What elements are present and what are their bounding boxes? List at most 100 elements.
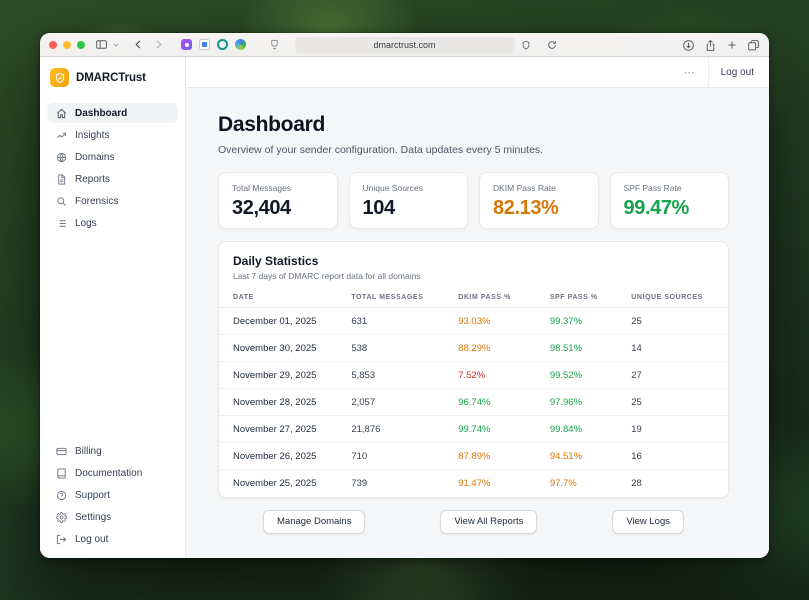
view-logs-button[interactable]: View Logs <box>612 509 684 534</box>
brand-shield-icon <box>50 68 69 87</box>
credit-card-icon <box>56 446 67 457</box>
column-header: Date <box>219 289 352 308</box>
logout-button[interactable]: Log out <box>721 67 754 78</box>
panel-header: Daily Statistics Last 7 days of DMARC re… <box>219 242 728 289</box>
cell-spf: 99.84% <box>549 415 632 443</box>
sidebar-item-billing[interactable]: Billing <box>47 441 178 461</box>
cell-total: 538 <box>351 334 459 362</box>
page-subtitle: Overview of your sender configuration. D… <box>218 144 544 156</box>
gear-icon <box>56 511 67 523</box>
sidebar-item-label: Support <box>75 489 111 501</box>
sidebar-nav: Dashboard Insights Domains Reports Foren… <box>47 103 178 233</box>
cell-spf: 97.96% <box>549 388 632 416</box>
downloads-icon[interactable] <box>682 39 695 52</box>
address-bar-side-icons <box>521 33 557 57</box>
url-text: dmarctrust.com <box>373 40 436 50</box>
sidebar-item-reports[interactable]: Reports <box>47 169 178 189</box>
cell-date: November 27, 2025 <box>219 415 352 443</box>
stat-label: Total Messages <box>232 183 292 193</box>
stat-value: 104 <box>362 197 396 219</box>
cell-dkim: 99.74% <box>458 415 550 443</box>
table-row: November 29, 2025 5,853 7.52% 99.52% 27 <box>219 361 728 389</box>
table-row: November 25, 2025 739 91.47% 97.7% 28 <box>219 470 728 497</box>
stat-label: DKIM Pass Rate <box>493 183 556 193</box>
page-title: Dashboard <box>218 113 325 136</box>
tab-overview-icon[interactable] <box>747 39 760 52</box>
table-row: December 01, 2025 631 93.03% 99.37% 25 <box>219 307 728 335</box>
cell-dkim: 96.74% <box>458 388 550 416</box>
extension-icon-5[interactable] <box>269 39 280 50</box>
sidebar-item-domains[interactable]: Domains <box>47 147 178 167</box>
manage-domains-button[interactable]: Manage Domains <box>263 509 366 534</box>
trending-up-icon <box>56 130 67 141</box>
sidebar-item-label: Insights <box>75 129 110 141</box>
actions-row: Manage Domains View All Reports View Log… <box>218 509 729 534</box>
app-logo: DMARCTrust <box>47 66 178 89</box>
extension-icon-2[interactable] <box>199 39 210 50</box>
cell-date: November 26, 2025 <box>219 442 352 470</box>
cell-spf: 99.37% <box>549 307 632 335</box>
column-header: SPF Pass % <box>549 289 632 308</box>
address-bar[interactable]: dmarctrust.com <box>294 36 515 54</box>
sidebar-item-label: Reports <box>75 173 111 185</box>
extension-icon-3[interactable] <box>217 39 228 50</box>
table-row: November 27, 2025 21,876 99.74% 99.84% 1… <box>219 415 728 443</box>
cell-date: December 01, 2025 <box>219 307 352 335</box>
cell-sources: 14 <box>631 334 728 362</box>
forward-icon[interactable] <box>153 39 164 50</box>
cell-date: November 28, 2025 <box>219 388 352 416</box>
extension-icon-1[interactable] <box>181 39 192 50</box>
table-header-row: Date Total Messages DKIM Pass % SPF Pass… <box>219 289 728 308</box>
cell-spf: 99.52% <box>549 361 632 389</box>
cell-total: 5,853 <box>351 361 459 389</box>
app-sidebar: DMARCTrust Dashboard Insights Domains Re… <box>40 57 186 557</box>
reload-icon[interactable] <box>547 40 557 50</box>
traffic-lights <box>49 40 85 49</box>
sidebar-item-logout[interactable]: Log out <box>47 529 178 549</box>
stat-value: 82.13% <box>493 197 559 219</box>
cell-date: November 29, 2025 <box>219 361 352 389</box>
stat-card-dkim-pass-rate: DKIM Pass Rate 82.13% <box>479 172 599 229</box>
sidebar-toggle-icon[interactable] <box>95 38 108 51</box>
sidebar-footer-nav: Billing Documentation Support Settings L… <box>47 441 178 549</box>
extension-icon-4[interactable] <box>235 39 246 50</box>
cell-dkim: 88.29% <box>458 334 550 362</box>
sidebar-item-insights[interactable]: Insights <box>47 125 178 145</box>
cell-total: 739 <box>351 477 368 489</box>
new-tab-icon[interactable] <box>726 39 738 51</box>
sidebar-item-forensics[interactable]: Forensics <box>47 191 178 211</box>
browser-window: dmarctrust.com DMARCTrust Dashboard Insi… <box>40 33 769 558</box>
extensions-group <box>181 39 280 50</box>
cell-sources: 27 <box>631 361 728 389</box>
panel-subtitle: Last 7 days of DMARC report data for all… <box>233 271 421 281</box>
minimize-button[interactable] <box>63 40 71 49</box>
brand-name: DMARCTrust <box>76 71 146 84</box>
table-row: November 28, 2025 2,057 96.74% 97.96% 25 <box>219 388 728 416</box>
sidebar-item-label: Dashboard <box>75 107 128 119</box>
cell-total: 631 <box>351 307 459 335</box>
sidebar-item-settings[interactable]: Settings <box>47 507 178 527</box>
column-header: DKIM Pass % <box>458 289 550 308</box>
help-circle-icon <box>56 490 67 501</box>
overflow-menu-button[interactable]: ⋯ <box>684 66 696 79</box>
chevron-down-icon[interactable] <box>112 41 120 49</box>
view-all-reports-button[interactable]: View All Reports <box>440 509 538 534</box>
cell-sources: 25 <box>631 307 728 335</box>
share-icon[interactable] <box>704 39 717 52</box>
column-header: Unique Sources <box>631 289 728 308</box>
globe-icon <box>56 152 67 163</box>
cell-sources: 19 <box>631 415 728 443</box>
book-icon <box>56 467 67 479</box>
sidebar-item-documentation[interactable]: Documentation <box>47 463 178 483</box>
cell-sources: 25 <box>631 388 728 416</box>
privacy-shield-icon[interactable] <box>521 40 531 50</box>
sidebar-item-dashboard[interactable]: Dashboard <box>47 103 178 123</box>
cell-spf: 97.7% <box>549 477 577 489</box>
sidebar-item-logs[interactable]: Logs <box>47 213 178 233</box>
sidebar-item-support[interactable]: Support <box>47 485 178 505</box>
sidebar-item-label: Domains <box>75 151 115 163</box>
back-icon[interactable] <box>133 39 144 50</box>
divider <box>707 57 709 87</box>
close-button[interactable] <box>49 40 57 49</box>
zoom-button[interactable] <box>77 40 85 49</box>
